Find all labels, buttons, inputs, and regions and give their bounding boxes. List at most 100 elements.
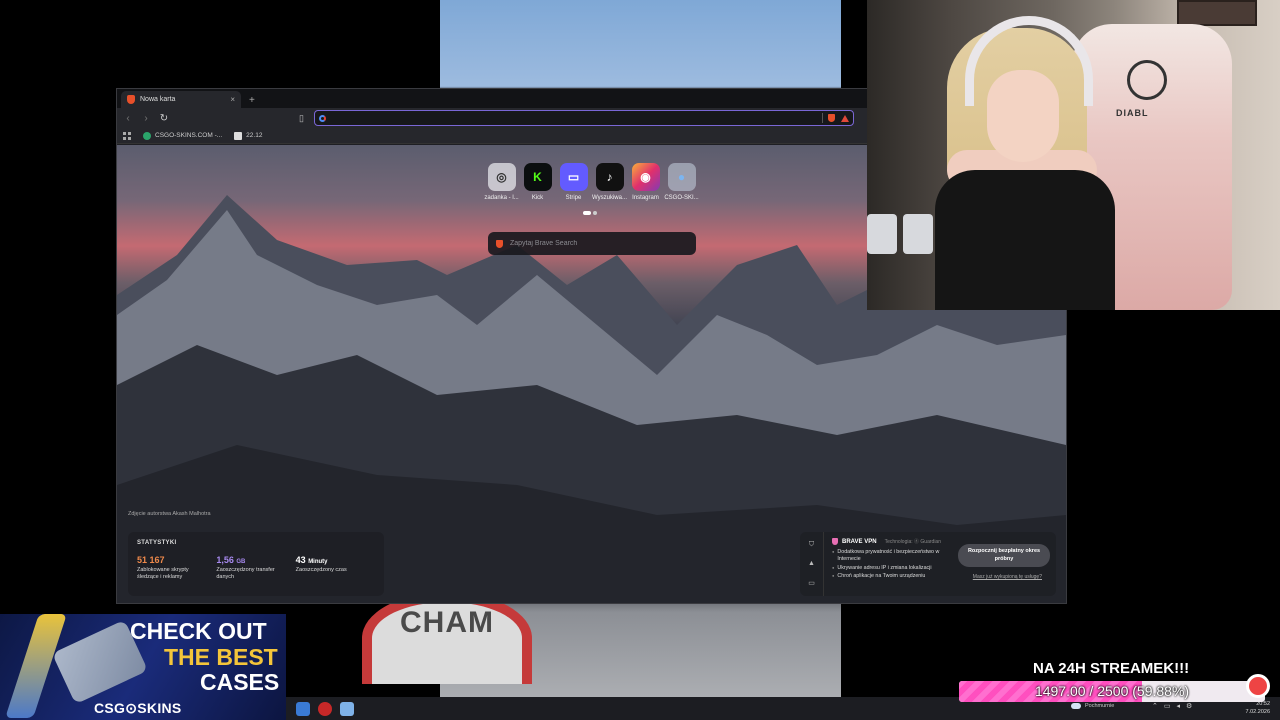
promo-brand: CSG⊙SKINS: [94, 700, 182, 716]
stat-time: 43 Minuty Zaoszczędzony czas: [296, 555, 375, 581]
csgo-skins-icon: [143, 131, 151, 140]
stat-value: 43 Minuty: [295, 555, 328, 565]
promo-banner[interactable]: CHECK OUT THE BEST CASES CSG⊙SKINS: [0, 614, 286, 720]
address-bar[interactable]: [314, 110, 854, 126]
weather-widget[interactable]: Pochmurnie: [1071, 703, 1114, 709]
widget-switcher: ⛉ ▲ ▭: [800, 532, 824, 596]
stats-header: STATYSTYKI: [137, 540, 177, 546]
goal-progress-text: 1497.00 / 2500 (59.88%): [1034, 683, 1190, 699]
brave-search-box[interactable]: [488, 232, 696, 255]
page-icon: [234, 131, 243, 140]
shortcut-zadanka[interactable]: ◎ zadanka - l...: [484, 163, 519, 201]
brave-rewards-icon[interactable]: [841, 114, 849, 122]
vpn-existing-link[interactable]: Masz już wykupioną tę usługę?: [973, 574, 1042, 580]
bookmark-icon[interactable]: ▯: [299, 113, 304, 124]
clock-date: 7.02.2026: [1245, 709, 1270, 716]
vpn-icon: [832, 538, 838, 545]
volume-icon[interactable]: ◂: [1177, 702, 1181, 710]
instagram-icon: ◉: [631, 163, 660, 191]
weather-label: Pochmurnie: [1085, 703, 1115, 709]
webcam-feed: DIABL: [867, 0, 1280, 310]
cloud-icon: [1071, 703, 1081, 709]
shortcut-label: Wyszukiwa...: [592, 195, 627, 201]
stat-desc: Zaoszczędzony transfer danych: [216, 567, 275, 581]
bookmark-label: CSGO-SKINS.COM -...: [155, 132, 223, 139]
zadanka-icon: ◎: [487, 163, 516, 191]
stat-trackers: 51 167 Zablokowane skrypty śledzące i re…: [137, 555, 216, 581]
vpn-body: BRAVE VPN Technologia: ⓖ Guardian Dodatk…: [824, 532, 1056, 596]
tab-new-tab[interactable]: Nowa karta ×: [121, 91, 241, 108]
chair-label: DIABL: [1116, 108, 1149, 118]
headphones: [965, 16, 1093, 106]
system-tray: ⌃ ▭ ◂ ⚙: [1152, 702, 1192, 710]
vpn-feature: Dodatkowa prywatność i bezpieczeństwo w …: [832, 549, 952, 563]
address-input[interactable]: [330, 113, 817, 123]
shortcut-csgo-skins[interactable]: ● CSGO-SKI...: [664, 163, 699, 201]
stat-value: 51 167: [137, 555, 165, 565]
shield-icon[interactable]: ⛉: [809, 541, 814, 549]
clock[interactable]: 20:52 7.02.2026: [1246, 700, 1270, 717]
brave-shields-icon[interactable]: [828, 114, 835, 122]
brave-icon: [127, 95, 135, 104]
shortcut-instagram[interactable]: ◉ Instagram: [631, 163, 660, 201]
stats-widget: STATYSTYKI 51 167 Zablokowane skrypty śl…: [128, 532, 384, 596]
vpn-widget: ⛉ ▲ ▭ BRAVE VPN Technologia: ⓖ Guardian …: [800, 532, 1056, 596]
apps-grid-icon[interactable]: [123, 131, 131, 140]
cup: [867, 214, 897, 254]
shortcuts-row: ◎ zadanka - l... K Kick ▭ Stripe ♪ Wyszu…: [484, 163, 699, 201]
photo-credit[interactable]: Zdjęcie autorstwa Akash Malhotra: [128, 511, 211, 517]
shortcut-tiktok[interactable]: ♪ Wyszukiwa...: [592, 163, 627, 201]
page-dots[interactable]: [583, 211, 597, 215]
google-icon: [319, 114, 326, 122]
settings-tray-icon[interactable]: ⚙: [1186, 702, 1192, 710]
brave-icon: [496, 239, 503, 248]
warning-icon[interactable]: ▲: [808, 560, 815, 567]
streamer-top: [935, 170, 1115, 310]
shortcut-stripe[interactable]: ▭ Stripe: [559, 163, 588, 201]
card-icon[interactable]: ▭: [808, 579, 815, 587]
search-input[interactable]: [510, 240, 688, 247]
stats-row: 51 167 Zablokowane skrypty śledzące i re…: [137, 555, 375, 581]
back-icon[interactable]: ‹: [123, 113, 133, 124]
goal-title: NA 24H STREAMEK!!!: [1033, 660, 1190, 677]
cup: [903, 214, 933, 254]
shortcut-label: CSGO-SKI...: [664, 195, 699, 201]
shortcut-label: Kick: [531, 195, 544, 201]
stripe-icon: ▭: [559, 163, 588, 191]
tab-close-icon[interactable]: ×: [230, 95, 235, 104]
bookmark-22-12[interactable]: 22.12: [234, 131, 263, 140]
wall-picture: [1177, 0, 1257, 26]
goal-badge-icon: [1246, 674, 1270, 698]
stat-bandwidth: 1,56 GB Zaoszczędzony transfer danych: [216, 555, 295, 581]
settings-icon[interactable]: [296, 701, 310, 716]
tiktok-icon: ♪: [595, 163, 624, 191]
network-icon[interactable]: ▭: [1164, 702, 1171, 710]
stat-value: 1,56 GB: [216, 555, 246, 565]
background-sign-text: CHAM: [400, 606, 494, 639]
shortcut-label: Instagram: [632, 195, 659, 201]
shortcut-label: Stripe: [565, 195, 582, 201]
promo-line-1: CHECK OUT: [130, 618, 267, 644]
bookmark-csgo-skins[interactable]: CSGO-SKINS.COM -...: [143, 131, 223, 140]
new-tab-button[interactable]: +: [249, 95, 255, 106]
goal-progress-bar: 1497.00 / 2500 (59.88%): [959, 681, 1265, 702]
address-separator: [822, 113, 823, 123]
tab-title: Nowa karta: [140, 96, 176, 103]
shortcut-kick[interactable]: K Kick: [523, 163, 552, 201]
file-icon[interactable]: [340, 701, 354, 716]
chevron-up-icon[interactable]: ⌃: [1152, 702, 1158, 710]
reload-icon[interactable]: ↻: [159, 113, 169, 124]
csgo-skins-icon: ●: [667, 163, 696, 191]
stat-desc: Zaoszczędzony czas: [295, 567, 347, 573]
bookmark-label: 22.12: [246, 132, 263, 139]
app-icon[interactable]: [318, 701, 332, 716]
kick-icon: K: [523, 163, 552, 191]
shortcut-label: zadanka - l...: [484, 195, 519, 201]
chair-logo: [1127, 60, 1167, 100]
promo-line-2: THE BEST: [164, 644, 278, 670]
promo-line-3: CASES: [200, 669, 280, 695]
forward-icon[interactable]: ›: [141, 113, 151, 124]
vpn-trial-button[interactable]: Rozpocznij bezpłatny okres próbny: [958, 544, 1050, 567]
vpn-tech: Technologia: ⓖ Guardian: [884, 539, 941, 545]
stream-overlay: CHAM Nowa karta × + ‹ › ↻ ▯ CSGO-SKINS.C…: [0, 0, 1280, 720]
